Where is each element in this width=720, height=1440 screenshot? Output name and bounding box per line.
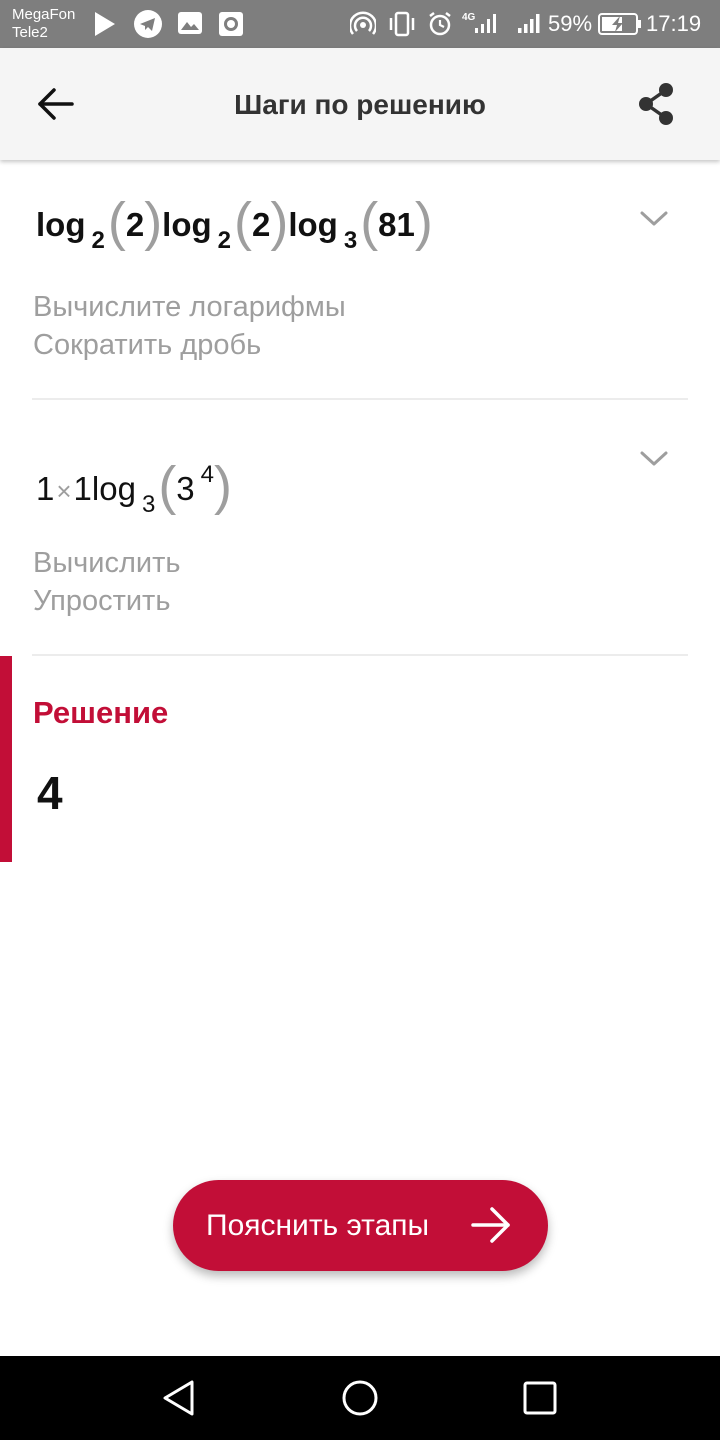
solution-label: Решение	[33, 695, 169, 730]
status-bar: MegaFon Tele2 4G 59% 17:19	[0, 0, 720, 48]
step-description-line: Вычислить	[33, 547, 181, 579]
alarm-icon	[429, 12, 451, 36]
hotspot-icon	[350, 11, 376, 35]
carrier-names: MegaFon Tele2	[12, 6, 75, 42]
page-title: Шаги по решению	[234, 89, 486, 120]
log-argument: 2	[125, 206, 145, 243]
log-base: 3	[343, 227, 358, 254]
paren-close: )	[414, 192, 433, 252]
chevron-down-icon[interactable]	[636, 206, 672, 230]
step-2-description: Вычислить Упростить	[33, 544, 181, 620]
battery-percent: 59%	[548, 11, 593, 36]
telegram-icon	[134, 10, 162, 38]
paren-open: (	[360, 192, 379, 252]
chevron-down-icon[interactable]	[636, 446, 672, 470]
factor: 1	[73, 470, 92, 507]
step-description-line: Вычислите логарифмы	[33, 291, 346, 323]
vibrate-icon	[389, 11, 415, 37]
power-base: 3	[176, 470, 195, 507]
solution-accent-bar	[0, 656, 12, 862]
paren-close: )	[214, 456, 232, 516]
paren-close: )	[270, 192, 289, 252]
factor: 1	[36, 470, 55, 507]
battery-icon	[598, 13, 641, 35]
signal-4g-bars-icon	[475, 14, 496, 33]
arrow-right-icon	[471, 1207, 510, 1243]
paren-open: (	[107, 192, 126, 252]
solution-value: 4	[37, 767, 63, 819]
log-base: 3	[141, 491, 156, 518]
recents-square-icon[interactable]	[518, 1376, 562, 1420]
times-sign: ×	[56, 476, 72, 506]
back-triangle-icon[interactable]	[158, 1376, 202, 1420]
step-1-expression: log 2(2)log 2(2)log 3(81)	[36, 195, 433, 254]
gallery-icon	[178, 12, 202, 34]
divider	[32, 654, 688, 656]
play-icon	[95, 12, 115, 36]
step-2-expression: 1×1log 3(3 4)	[36, 459, 232, 518]
system-nav-bar	[0, 1356, 720, 1440]
log-term: log	[91, 470, 136, 507]
explain-steps-label: Пояснить этапы	[206, 1209, 430, 1242]
paren-open: (	[234, 192, 252, 252]
camera-icon	[219, 12, 243, 36]
home-circle-icon[interactable]	[338, 1376, 382, 1420]
clock: 17:19	[646, 11, 702, 36]
log-base: 2	[91, 227, 105, 254]
signal-icon	[518, 14, 540, 33]
step-description-line: Упростить	[33, 585, 171, 617]
explain-steps-button[interactable]: Пояснить этапы	[173, 1180, 548, 1271]
log-term: log	[36, 206, 86, 243]
step-description-line: Сократить дробь	[33, 329, 262, 361]
paren-close: )	[144, 192, 163, 252]
step-1[interactable]: log 2(2)log 2(2)log 3(81) Вычислите логариф…	[0, 160, 720, 400]
power-exponent: 4	[200, 461, 215, 488]
share-icon[interactable]	[628, 76, 684, 132]
step-1-description: Вычислите логарифмы Сократить дробь	[33, 288, 346, 364]
log-base: 2	[217, 227, 232, 254]
log-argument: 2	[252, 206, 271, 243]
app-bar: Шаги по решению	[0, 48, 720, 160]
step-2[interactable]: 1×1log 3(3 4) Вычислить Упростить	[0, 400, 720, 656]
log-argument: 81	[378, 206, 415, 243]
log-term: log	[288, 206, 338, 243]
log-term: log	[162, 206, 212, 243]
carrier-2: Tele2	[12, 24, 48, 41]
carrier-1: MegaFon	[12, 6, 76, 23]
paren-open: (	[158, 456, 177, 516]
